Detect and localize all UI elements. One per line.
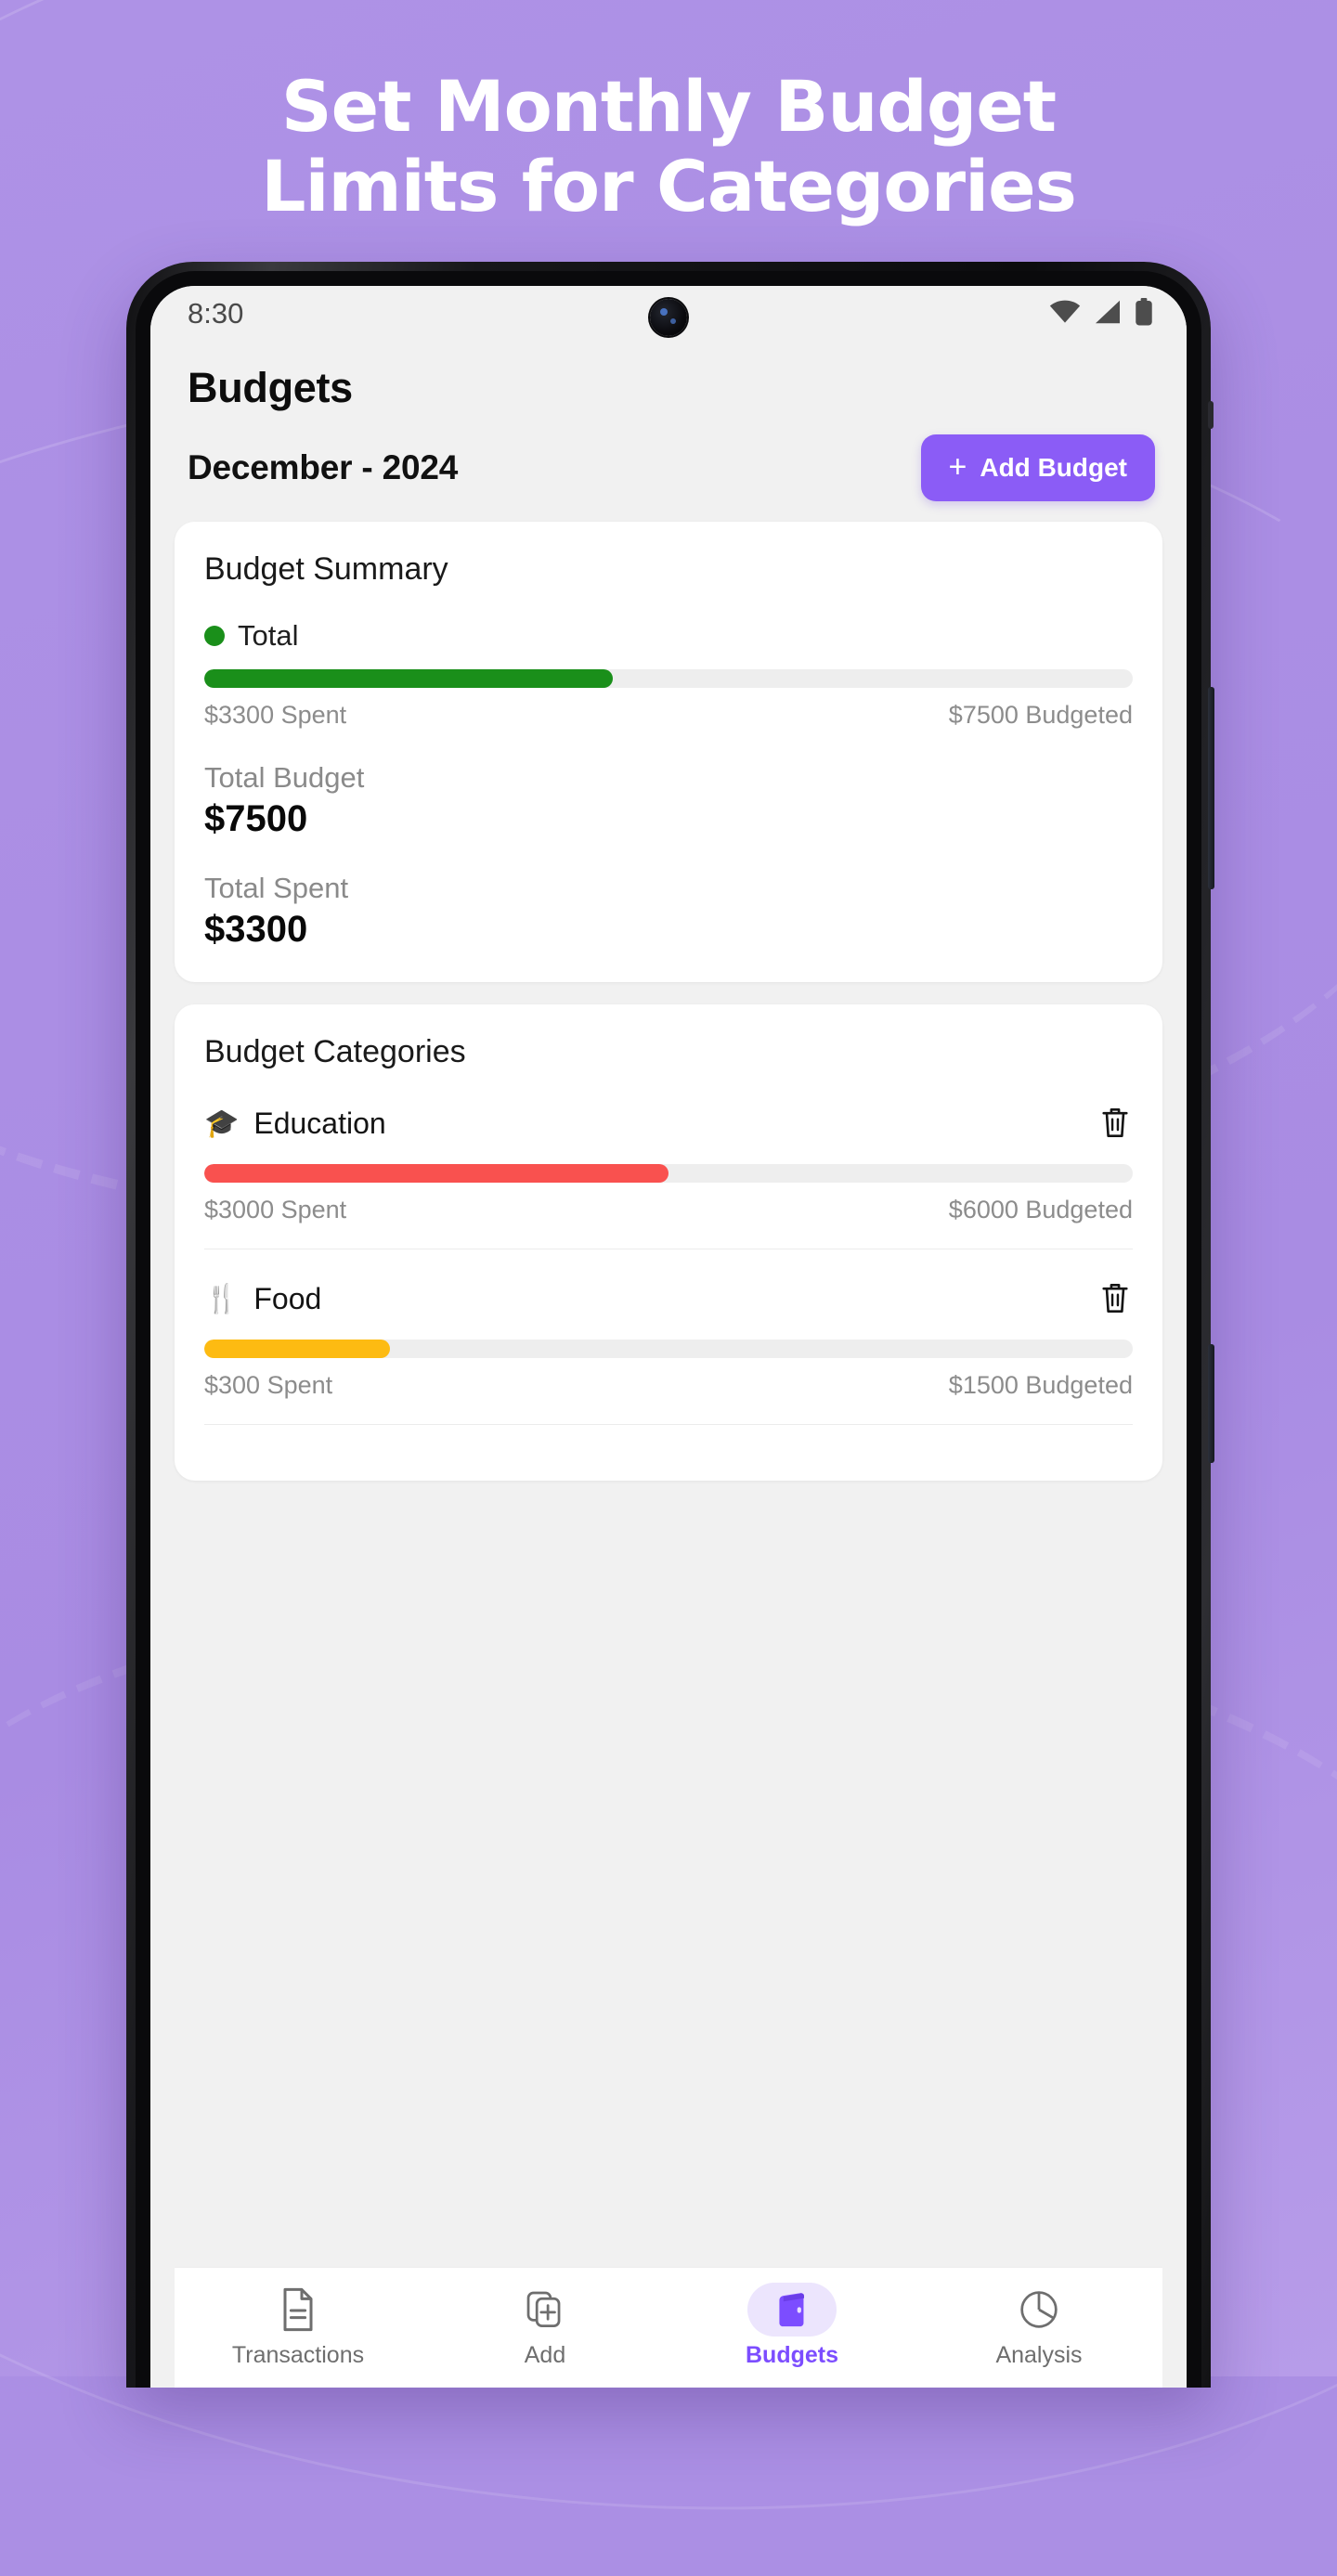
category-row[interactable]: 🍴 Food $300 Spent $1500 Budgeted [204,1249,1133,1449]
status-bar-clock: 8:30 [188,297,244,330]
battery-icon [1135,297,1153,330]
category-progress-meta: $3000 Spent $6000 Budgeted [204,1196,1133,1224]
category-progress-meta: $300 Spent $1500 Budgeted [204,1371,1133,1400]
status-bar: 8:30 [150,286,1187,342]
total-spent-label: Total Spent [204,872,349,904]
scrollable-content[interactable]: Budget Summary Total $3300 Spent $7500 B… [150,522,1187,2155]
promo-headline: Set Monthly Budget Limits for Categories [0,65,1337,228]
bottom-navigation-bar: Transactions Add Budgets Analysis [175,2267,1162,2388]
total-spent-text: $3300 Spent [204,701,347,729]
category-spent-text: $300 Spent [204,1371,333,1399]
page-title: Budgets [150,342,1187,429]
nav-item-transactions[interactable]: Transactions [175,2283,422,2369]
delete-category-button[interactable] [1097,1277,1133,1321]
pie-chart-icon [994,2283,1084,2337]
nav-label-add: Add [524,2342,566,2368]
budget-categories-title: Budget Categories [204,1034,466,1069]
add-document-icon [500,2283,590,2337]
document-icon [253,2283,343,2337]
total-budget-label: Total Budget [204,761,365,794]
trash-icon [1099,1281,1131,1317]
budget-categories-card: Budget Categories 🎓 Education $3000 Spen… [175,1004,1162,1481]
nav-label-transactions: Transactions [231,2342,365,2368]
category-progress-track [204,1340,1133,1358]
nav-label-analysis: Analysis [995,2342,1083,2368]
total-legend: Total [204,619,1133,653]
budget-summary-card: Budget Summary Total $3300 Spent $7500 B… [175,522,1162,982]
trash-icon [1099,1106,1131,1142]
total-legend-label: Total [238,619,299,652]
total-progress-meta: $3300 Spent $7500 Budgeted [204,701,1133,730]
category-row[interactable]: 🎓 Education $3000 Spent $6000 Budgeted [204,1102,1133,1249]
month-year-label: December - 2024 [188,448,459,486]
total-progress-track [204,669,1133,688]
category-budgeted-text: $1500 Budgeted [948,1371,1133,1399]
status-bar-icons [1049,297,1153,330]
graduation-cap-icon: 🎓 [204,1107,240,1139]
category-progress-fill [204,1340,390,1358]
phone-volume-button[interactable] [1208,687,1214,889]
wifi-icon [1049,300,1081,329]
phone-power-button[interactable] [1208,1344,1214,1463]
category-progress-track [204,1164,1133,1183]
category-name: Food [253,1282,322,1315]
fork-knife-icon: 🍴 [204,1283,240,1314]
add-budget-button-label: Add Budget [980,453,1127,482]
total-budget-stat: Total Budget $7500 [204,761,1133,840]
add-budget-button[interactable]: + Add Budget [920,434,1155,501]
promo-headline-line-1: Set Monthly Budget [280,65,1057,148]
plus-icon: + [948,448,967,485]
nav-item-add[interactable]: Add [422,2283,668,2369]
category-divider [204,1424,1133,1425]
total-spent-value: $3300 [204,909,308,950]
category-progress-fill [204,1164,668,1183]
total-spent-stat: Total Spent $3300 [204,872,1133,951]
budget-summary-title: Budget Summary [204,551,448,587]
date-and-action-row: December - 2024 + Add Budget [150,429,1187,522]
cellular-signal-icon [1094,300,1122,329]
total-legend-dot [204,626,225,646]
total-budgeted-text: $7500 Budgeted [948,701,1133,729]
total-budget-value: $7500 [204,798,308,839]
category-name: Education [253,1107,386,1140]
phone-mockup: 8:30 Budgets December - 2024 + Add Budge… [126,262,1214,2388]
category-spent-text: $3000 Spent [204,1196,347,1223]
nav-item-analysis[interactable]: Analysis [915,2283,1162,2369]
phone-mute-button[interactable] [1208,401,1214,429]
total-progress-fill [204,669,613,688]
category-header: 🎓 Education [204,1102,1133,1146]
category-header: 🍴 Food [204,1277,1133,1321]
nav-label-budgets: Budgets [746,2342,838,2368]
delete-category-button[interactable] [1097,1102,1133,1146]
nav-item-budgets[interactable]: Budgets [668,2283,915,2369]
front-camera-punch-hole [650,299,687,336]
wallet-icon [747,2283,837,2337]
phone-screen: 8:30 Budgets December - 2024 + Add Budge… [150,286,1187,2388]
category-budgeted-text: $6000 Budgeted [948,1196,1133,1223]
promo-headline-line-2: Limits for Categories [261,145,1077,228]
